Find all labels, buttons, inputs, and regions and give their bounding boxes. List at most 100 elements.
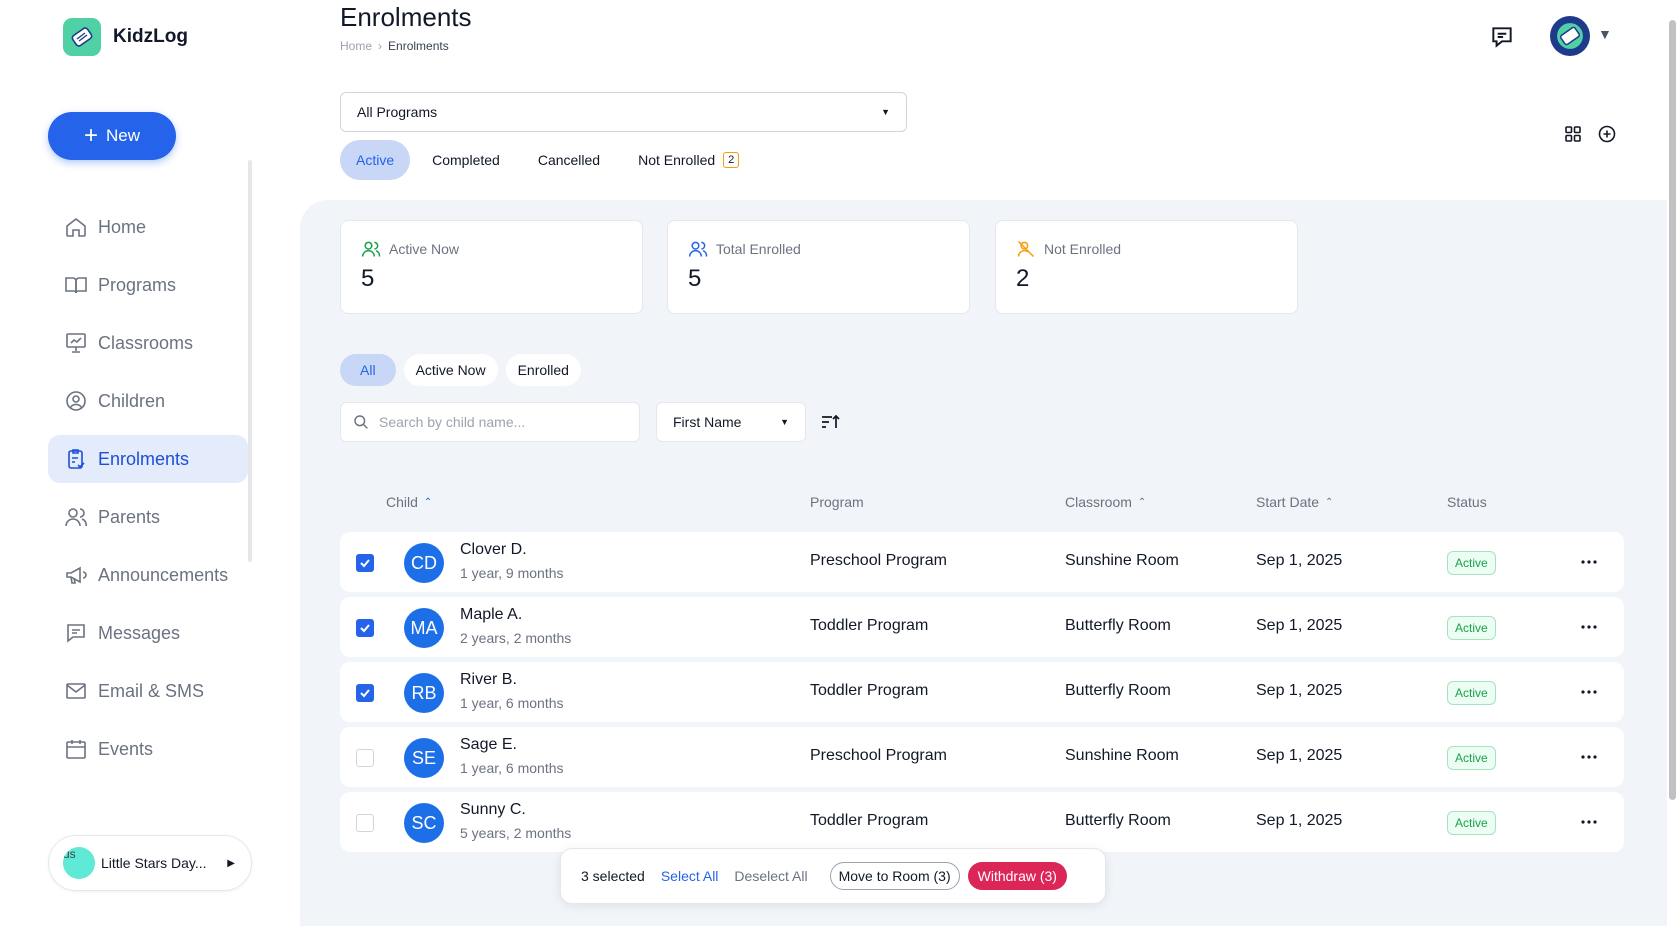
school-switcher[interactable]: us Little Stars Day... ▶ — [48, 835, 252, 891]
column-label: Program — [810, 494, 864, 510]
tab-not-enrolled[interactable]: Not Enrolled 2 — [622, 140, 755, 180]
table-row[interactable]: CD Clover D. 1 year, 9 months Preschool … — [340, 532, 1624, 592]
row-checkbox[interactable] — [356, 814, 374, 832]
more-actions-button[interactable] — [1576, 550, 1602, 574]
more-actions-button[interactable] — [1576, 680, 1602, 704]
sort-asc-icon: ⌃ — [1137, 496, 1147, 508]
sidebar-item-children[interactable]: Children — [48, 377, 248, 425]
program-cell: Preschool Program — [810, 552, 947, 569]
sidebar-item-parents[interactable]: Parents — [48, 493, 248, 541]
sort-field-select[interactable]: First Name ▼ — [656, 402, 806, 442]
sidebar-item-email-sms[interactable]: Email & SMS — [48, 667, 248, 715]
account-menu-caret-icon[interactable]: ▼ — [1598, 26, 1612, 42]
selected-count: 3 selected — [581, 868, 645, 884]
sidebar-item-classrooms[interactable]: Classrooms — [48, 319, 248, 367]
filter-label: All — [360, 362, 376, 378]
start-date-cell: Sep 1, 2025 — [1256, 617, 1343, 634]
tab-completed[interactable]: Completed — [416, 140, 516, 180]
bulk-action-bar: 3 selected Select All Deselect All Move … — [560, 848, 1106, 904]
check-icon — [360, 559, 370, 568]
sidebar-item-enrolments[interactable]: Enrolments — [48, 435, 248, 483]
sidebar-scrollbar[interactable] — [248, 160, 252, 562]
calendar-icon — [66, 740, 86, 759]
stat-label: Not Enrolled — [1044, 241, 1122, 257]
sidebar-item-label: Parents — [98, 506, 161, 527]
column-header-classroom[interactable]: Classroom ⌃ — [1065, 494, 1146, 510]
avatar: MA — [404, 608, 444, 648]
tab-cancelled[interactable]: Cancelled — [522, 140, 616, 180]
brand[interactable]: KidzLog — [63, 18, 188, 56]
table-row[interactable]: SE Sage E. 1 year, 6 months Preschool Pr… — [340, 727, 1624, 787]
caret-down-icon: ▼ — [780, 417, 789, 427]
sidebar-item-label: Children — [98, 390, 166, 411]
sort-direction-icon[interactable] — [820, 412, 842, 432]
classroom-cell: Butterfly Room — [1065, 682, 1171, 699]
row-checkbox[interactable] — [356, 749, 374, 767]
column-header-program[interactable]: Program — [810, 494, 864, 510]
filter-active-now[interactable]: Active Now — [403, 354, 498, 386]
stat-card-total-enrolled: Total Enrolled 5 — [667, 220, 970, 314]
column-header-child[interactable]: Child ⌃ — [386, 494, 432, 510]
child-name[interactable]: Clover D. — [460, 541, 527, 559]
stat-label: Total Enrolled — [716, 241, 801, 257]
user-avatar[interactable] — [1550, 16, 1590, 56]
grid-view-icon[interactable] — [1563, 124, 1583, 144]
column-label: Classroom — [1065, 494, 1132, 510]
child-name[interactable]: Sunny C. — [460, 801, 526, 819]
withdraw-button[interactable]: Withdraw (3) — [967, 862, 1067, 890]
more-horizontal-icon — [1581, 690, 1597, 694]
user-circle-icon — [66, 391, 86, 411]
table-row[interactable]: RB River B. 1 year, 6 months Toddler Pro… — [340, 662, 1624, 722]
row-checkbox[interactable] — [356, 684, 374, 702]
sort-asc-icon: ⌃ — [1325, 496, 1334, 508]
sidebar-item-events[interactable]: Events — [48, 725, 248, 773]
new-button[interactable]: + New — [48, 112, 176, 160]
chat-button[interactable] — [1489, 24, 1515, 50]
column-header-start-date[interactable]: Start Date ⌃ — [1256, 494, 1333, 510]
more-actions-button[interactable] — [1576, 810, 1602, 834]
child-name[interactable]: Maple A. — [460, 606, 522, 624]
page-scrollbar[interactable] — [1669, 20, 1676, 800]
select-all-link[interactable]: Select All — [661, 868, 719, 884]
more-actions-button[interactable] — [1576, 745, 1602, 769]
program-cell: Toddler Program — [810, 812, 929, 829]
breadcrumb-home[interactable]: Home — [340, 39, 372, 53]
table-row[interactable]: MA Maple A. 2 years, 2 months Toddler Pr… — [340, 597, 1624, 657]
breadcrumb-current: Enrolments — [388, 39, 449, 53]
tab-label: Active — [356, 152, 395, 168]
sidebar-item-label: Messages — [98, 622, 181, 643]
program-cell: Toddler Program — [810, 617, 929, 634]
child-name[interactable]: River B. — [460, 671, 517, 689]
home-icon — [66, 217, 86, 237]
filter-enrolled[interactable]: Enrolled — [505, 354, 581, 386]
row-checkbox[interactable] — [356, 619, 374, 637]
stat-value: 5 — [361, 265, 375, 292]
more-actions-button[interactable] — [1576, 615, 1602, 639]
sidebar-item-home[interactable]: Home — [48, 203, 248, 251]
child-name[interactable]: Sage E. — [460, 736, 517, 754]
clipboard-check-icon — [68, 449, 85, 469]
add-circle-icon[interactable] — [1597, 124, 1617, 144]
sidebar-item-messages[interactable]: Messages — [48, 609, 248, 657]
filter-all[interactable]: All — [340, 354, 396, 386]
chevron-right-icon: › — [378, 39, 383, 53]
stat-card-active-now: Active Now 5 — [340, 220, 643, 314]
search-input[interactable] — [379, 414, 619, 430]
count-badge: 2 — [723, 152, 740, 168]
sidebar-item-label: Home — [98, 216, 147, 237]
avatar: CD — [404, 543, 444, 583]
move-to-room-button[interactable]: Move to Room (3) — [829, 862, 960, 890]
row-checkbox[interactable] — [356, 554, 374, 572]
table-row[interactable]: SC Sunny C. 5 years, 2 months Toddler Pr… — [340, 792, 1624, 852]
page-title: Enrolments — [340, 2, 472, 32]
tab-active[interactable]: Active — [340, 140, 411, 180]
mail-icon — [66, 683, 86, 699]
status-badge: Active — [1447, 746, 1496, 770]
status-badge: Active — [1447, 681, 1496, 705]
deselect-all-link[interactable]: Deselect All — [734, 868, 807, 884]
sidebar-item-programs[interactable]: Programs — [48, 261, 248, 309]
check-icon — [360, 624, 370, 633]
sidebar-item-announcements[interactable]: Announcements — [48, 551, 248, 599]
program-select[interactable]: All Programs ▼ — [340, 92, 907, 132]
users-icon — [361, 241, 381, 257]
